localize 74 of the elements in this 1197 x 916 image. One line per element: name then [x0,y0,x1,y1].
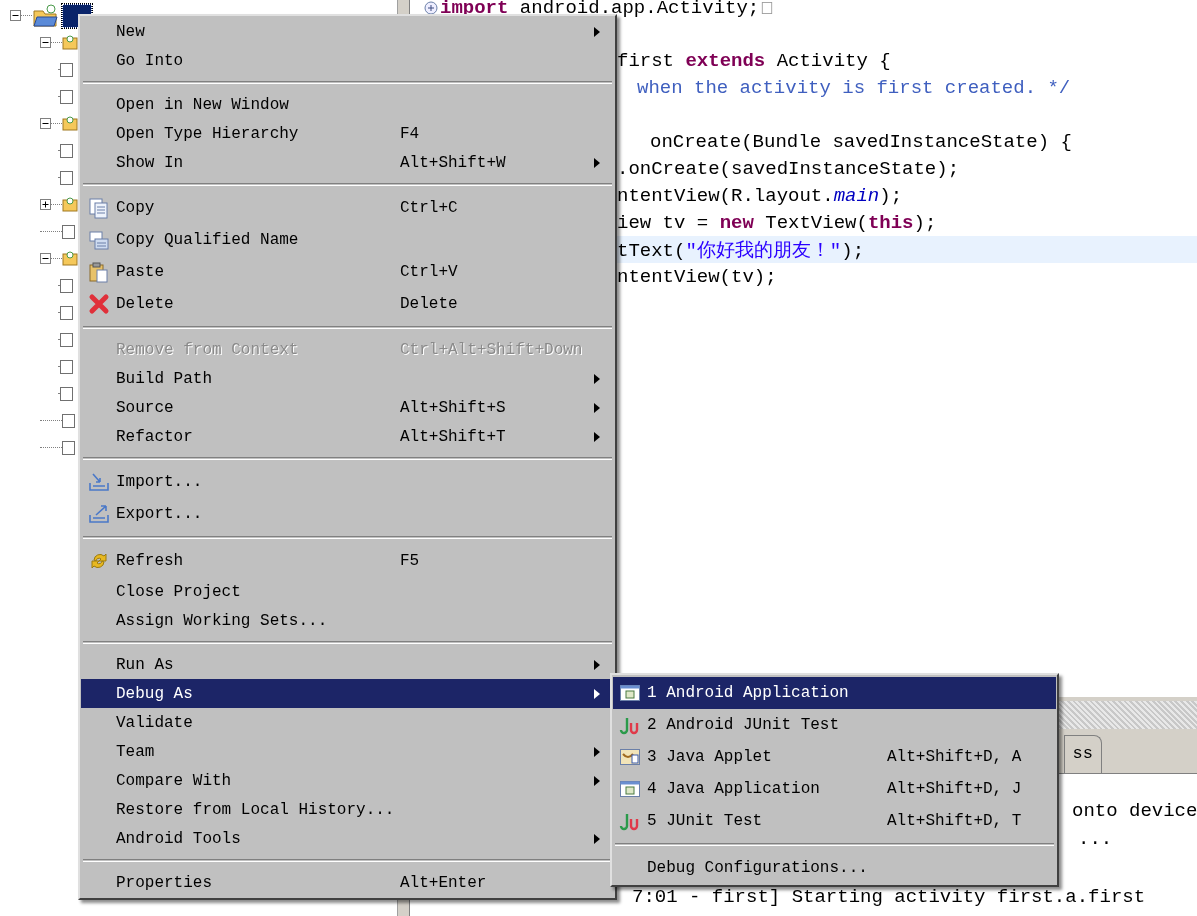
menu-item[interactable]: Close Project [81,577,614,606]
menu-item[interactable]: Assign Working Sets... [81,606,614,635]
menu-item[interactable]: 2 Android JUnit Test [613,709,1056,741]
menu-item[interactable]: Debug Configurations... [613,852,1056,884]
code-line: ntentView(tv); [617,265,777,288]
copy-icon [87,197,110,219]
file-icon [60,359,73,374]
menu-item[interactable]: 4 Java Application Alt+Shift+D, J [613,773,1056,805]
fold-icon[interactable] [424,1,438,15]
code-line: when the activity is first created. */ [637,76,1071,99]
file-icon [60,143,73,158]
menu-item[interactable]: Go Into [81,46,614,75]
import-icon [87,471,110,493]
menu-item[interactable]: Open in New Window [81,90,614,119]
panel-tab[interactable]: ss [1063,735,1102,773]
code-line: iew tv = new TextView(this); [617,211,937,234]
tree-expander-icon[interactable] [40,199,51,210]
file-icon [60,332,73,347]
window-icon [619,682,641,704]
file-icon [62,224,75,239]
menu-item[interactable]: Run As [81,650,614,679]
window-icon [619,778,641,800]
package-icon [62,34,78,51]
menu-item[interactable]: Build Path [81,364,614,393]
menu-item[interactable]: Paste Ctrl+V [81,256,614,288]
menu-item[interactable]: Open Type Hierarchy F4 [81,119,614,148]
menu-item[interactable]: Delete Delete [81,288,614,320]
menu-item[interactable]: Export... [81,498,614,530]
menu-item[interactable]: Copy Ctrl+C [81,192,614,224]
code-line: tText("你好我的朋友！"); [617,238,865,263]
menu-item[interactable]: Team [81,737,614,766]
file-icon [60,170,73,185]
tree-expander-icon[interactable] [40,37,51,48]
menu-item[interactable]: Show In Alt+Shift+W [81,148,614,177]
code-line: import android.app.Activity; [440,0,760,19]
tree-expander-icon[interactable] [40,253,51,264]
menu-item[interactable]: Refactor Alt+Shift+T [81,422,614,451]
console-line: ... [1078,828,1113,850]
file-icon [60,278,73,293]
file-icon [60,89,73,104]
file-icon [60,386,73,401]
menu-item[interactable]: 5 JUnit Test Alt+Shift+D, T [613,805,1056,837]
menu-item[interactable]: Restore from Local History... [81,795,614,824]
file-icon [60,62,73,77]
menu-item[interactable]: Copy Qualified Name [81,224,614,256]
code-line: ntentView(R.layout.main); [617,184,903,207]
menu-item[interactable]: Import... [81,466,614,498]
export-icon [87,503,110,525]
file-icon [62,413,75,428]
file-icon [60,305,73,320]
console-line: 7:01 - first] Starting activity first.a.first [632,886,1146,908]
code-line: .onCreate(savedInstanceState); [617,157,960,180]
paste-icon [87,261,110,283]
package-icon [62,196,78,213]
menu-item[interactable]: Properties Alt+Enter [81,868,614,897]
copy-icon [87,229,110,251]
code-line: onCreate(Bundle savedInstanceState) { [650,130,1072,153]
menu-item[interactable]: Compare With [81,766,614,795]
file-icon [62,440,75,455]
package-icon [62,250,78,267]
delete-icon [87,293,110,315]
menu-item[interactable]: Source Alt+Shift+S [81,393,614,422]
package-icon [62,115,78,132]
applet-icon [619,746,641,768]
menu-item[interactable]: 1 Android Application [613,677,1056,709]
menu-item[interactable]: Android Tools [81,824,614,853]
tree-expander-icon[interactable] [10,10,21,21]
console-line: onto device [1072,800,1197,822]
tree-expander-icon[interactable] [40,118,51,129]
menu-item[interactable]: New [81,17,614,46]
menu-item[interactable]: 3 Java Applet Alt+Shift+D, A [613,741,1056,773]
menu-item[interactable]: Refresh F5 [81,545,614,577]
menu-item[interactable]: Validate [81,708,614,737]
code-line: first extends Activity { [617,49,891,72]
